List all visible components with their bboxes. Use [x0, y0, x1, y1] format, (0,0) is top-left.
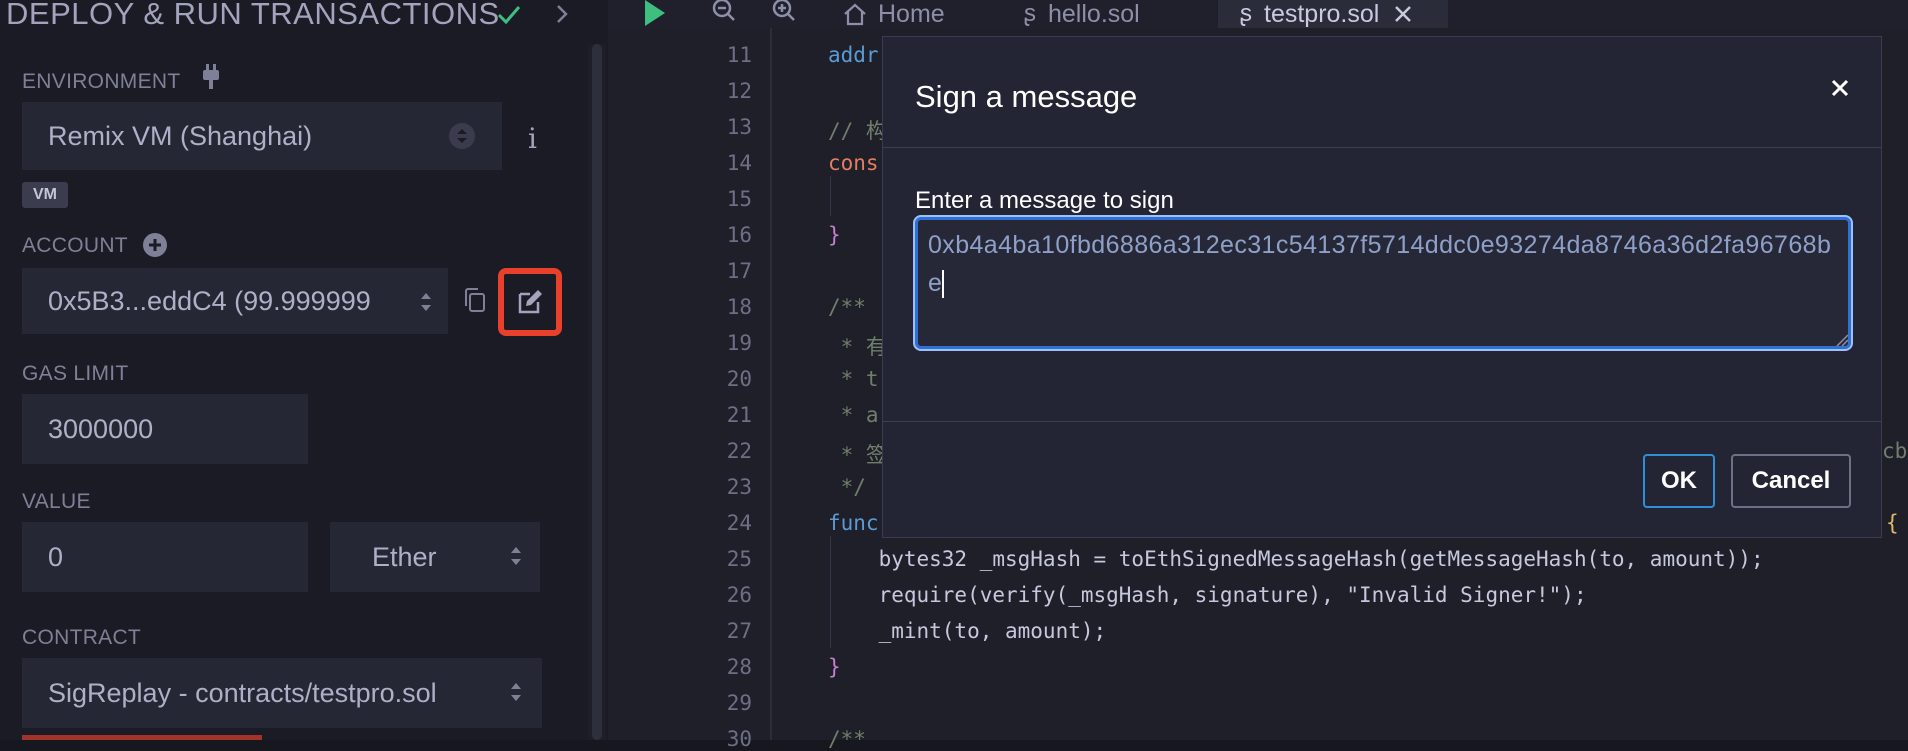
environment-label: ENVIRONMENT [22, 70, 181, 93]
solidity-icon: ʂ [1240, 0, 1252, 27]
vm-badge: VM [22, 182, 68, 208]
line-number: 18 [726, 295, 752, 319]
contract-select[interactable]: SigReplay - contracts/testpro.sol [22, 658, 542, 728]
dialog-divider [883, 421, 1881, 422]
line-number: 30 [726, 727, 752, 751]
environment-select[interactable]: Remix VM (Shanghai) [22, 102, 502, 170]
value-input[interactable]: 0 [22, 522, 308, 592]
line-number: 12 [726, 79, 752, 103]
zoom-out-icon[interactable] [712, 0, 738, 24]
message-label: Enter a message to sign [915, 187, 1174, 214]
line-number: 25 [726, 547, 752, 571]
edit-icon [514, 286, 546, 318]
sign-message-button[interactable] [498, 268, 562, 336]
select-arrows-icon [508, 678, 524, 706]
deploy-run-panel: DEPLOY & RUN TRANSACTIONS ENVIRONMENT Re… [0, 0, 608, 740]
code-line: * a [828, 403, 879, 427]
account-select[interactable]: 0x5B3...eddC4 (99.999999 [22, 268, 448, 334]
text-cursor [942, 270, 945, 299]
code-line: require(verify(_msgHash, signature), "In… [828, 583, 1587, 607]
panel-title: DEPLOY & RUN TRANSACTIONS [6, 0, 500, 31]
run-icon[interactable] [644, 0, 666, 26]
line-number: 28 [726, 655, 752, 679]
home-icon [842, 2, 868, 26]
close-icon[interactable] [1823, 71, 1857, 105]
code-line: addr [828, 43, 879, 67]
copy-icon[interactable] [462, 286, 488, 314]
code-line: */ [828, 475, 866, 499]
line-number: 24 [726, 511, 752, 535]
line-number: 19 [726, 331, 752, 355]
code-line: } [828, 655, 841, 679]
code-line-tail: cb [1882, 439, 1908, 463]
check-icon [496, 2, 522, 26]
line-number: 16 [726, 223, 752, 247]
account-label: ACCOUNT [22, 234, 128, 257]
tab-testpro-sol[interactable]: ʂ testpro.sol [1218, 0, 1448, 28]
contract-value: SigReplay - contracts/testpro.sol [48, 677, 437, 708]
tab-label: testpro.sol [1264, 0, 1380, 28]
zoom-in-icon[interactable] [772, 0, 798, 24]
line-number: 11 [726, 43, 752, 67]
line-number: 27 [726, 619, 752, 643]
dialog-divider [883, 147, 1881, 148]
code-line: bytes32 _msgHash = toEthSignedMessageHas… [828, 547, 1764, 571]
gas-limit-label: GAS LIMIT [22, 362, 129, 385]
code-line: /** [828, 727, 866, 751]
line-number: 17 [726, 259, 752, 283]
cancel-button[interactable]: Cancel [1731, 454, 1851, 508]
code-line: } [828, 223, 841, 247]
line-number: 13 [726, 115, 752, 139]
line-number: 22 [726, 439, 752, 463]
tab-label: hello.sol [1048, 0, 1140, 28]
line-number: 29 [726, 691, 752, 715]
select-arrows-icon [418, 288, 434, 316]
resize-handle-icon[interactable] [1835, 333, 1849, 347]
line-number: 15 [726, 187, 752, 211]
chevron-right-icon[interactable] [552, 2, 572, 26]
ok-button[interactable]: OK [1643, 454, 1715, 508]
sign-message-dialog: Sign a message Enter a message to sign 0… [882, 36, 1882, 538]
line-number: 14 [726, 151, 752, 175]
line-number: 23 [726, 475, 752, 499]
code-line: /** [828, 295, 866, 319]
value-label: VALUE [22, 490, 91, 513]
value-unit: Ether [372, 541, 437, 572]
line-number: 26 [726, 583, 752, 607]
gas-limit-value: 3000000 [48, 413, 154, 444]
gas-limit-input[interactable]: 3000000 [22, 394, 308, 464]
deploy-button-edge[interactable] [22, 735, 262, 740]
code-line-tail: { [1886, 511, 1899, 535]
environment-value: Remix VM (Shanghai) [48, 120, 313, 151]
tab-hello-sol[interactable]: ʂ hello.sol [1024, 0, 1214, 28]
line-number: 20 [726, 367, 752, 391]
solidity-icon: ʂ [1024, 0, 1036, 27]
value-amount: 0 [48, 541, 64, 572]
close-tab-icon[interactable] [1393, 4, 1413, 24]
code-line: _mint(to, amount); [828, 619, 1107, 643]
add-account-icon[interactable] [142, 232, 168, 258]
code-line: * t [828, 367, 879, 391]
code-line: // 构 [828, 119, 887, 143]
code-line: * 签 [828, 443, 887, 467]
info-icon[interactable]: i [528, 122, 544, 155]
message-textarea[interactable]: 0xb4a4ba10fbd6886a312ec31c54137f5714ddc0… [915, 217, 1851, 349]
tab-home[interactable]: Home [836, 0, 988, 28]
tab-label: Home [878, 0, 945, 28]
message-text: 0xb4a4ba10fbd6886a312ec31c54137f5714ddc0… [928, 231, 1832, 297]
code-line: func [828, 511, 879, 535]
dialog-title: Sign a message [915, 79, 1138, 114]
gutter-divider [770, 28, 772, 740]
contract-label: CONTRACT [22, 626, 142, 649]
select-arrows-icon [508, 542, 524, 570]
code-line: cons [828, 151, 879, 175]
panel-scroll-thumb[interactable] [592, 44, 602, 740]
code-line: * 有 [828, 335, 887, 359]
account-value: 0x5B3...eddC4 (99.999999 [48, 285, 371, 316]
select-arrows-icon [448, 122, 476, 150]
plug-icon [198, 62, 224, 92]
indent-guide [830, 176, 831, 216]
line-number: 21 [726, 403, 752, 427]
